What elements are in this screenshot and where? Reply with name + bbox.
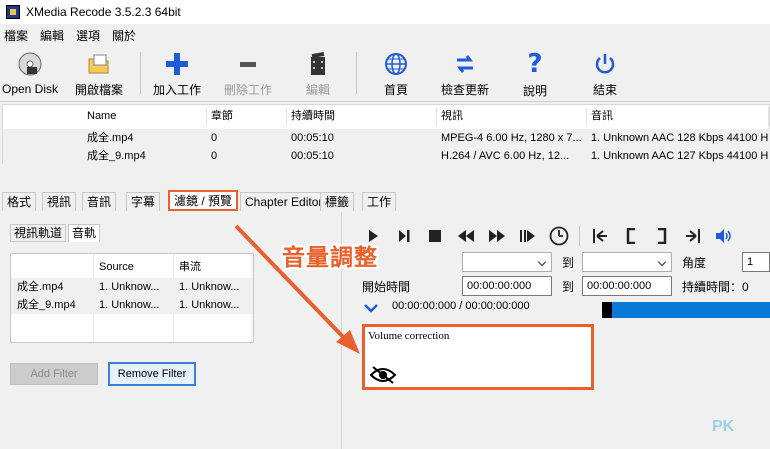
open-disk-button[interactable]: Open Disk [2,48,58,98]
power-icon [591,50,619,77]
menu-about[interactable]: 關於 [112,27,136,44]
check-update-button[interactable]: 檢查更新 [436,48,494,98]
start-time-label: 開始時間 [362,280,411,294]
exit-button[interactable]: 結束 [590,48,620,98]
table-row[interactable]: 成全_9.mp4 1. Unknow... 1. Unknow... [11,296,253,314]
skip-end-icon[interactable] [517,225,539,247]
to-label: 到 [562,256,575,270]
bracket-right-icon[interactable] [651,225,673,247]
menu-file[interactable]: 檔案 [4,27,28,44]
plus-icon [163,50,191,77]
disc-icon [16,50,44,78]
volume-icon[interactable] [713,225,735,247]
end-chapter-select[interactable] [582,252,672,272]
bracket-left-icon[interactable] [620,225,642,247]
subtab-audio-track[interactable]: 音軌 [68,224,101,242]
fast-forward-icon[interactable] [486,225,508,247]
tab-filter-preview[interactable]: 濾鏡 / 預覽 [168,190,239,211]
player-controls [362,224,744,248]
table-row[interactable]: 成全.mp4 1. Unknow... 1. Unknow... [11,278,253,296]
window-title: XMedia Recode 3.5.2.3 64bit [26,5,181,19]
set-start-icon[interactable] [589,225,611,247]
col-duration[interactable]: 持續時間 [287,107,437,126]
remove-job-button[interactable]: 刪除工作 [220,48,276,98]
set-end-icon[interactable] [682,225,704,247]
watermark: PK [712,418,735,435]
subtab-video-track[interactable]: 視訊軌道 [10,224,67,242]
title-bar: XMedia Recode 3.5.2.3 64bit [0,0,770,24]
start-chapter-select[interactable] [462,252,552,272]
add-job-button[interactable]: 加入工作 [150,48,204,98]
refresh-icon [451,50,479,77]
col-audio[interactable]: 音訊 [587,107,769,126]
home-button[interactable]: 首頁 [376,48,416,98]
menu-options[interactable]: 選項 [76,27,100,44]
remove-filter-button[interactable]: Remove Filter [108,362,196,386]
tab-chapter-editor[interactable]: Chapter Editor [240,192,328,211]
question-icon: ? [527,49,543,79]
stop-icon[interactable] [424,225,446,247]
menu-edit[interactable]: 編輯 [40,27,64,44]
duration-label: 持續時間：0 [682,280,749,294]
col-video[interactable]: 視訊 [437,107,587,126]
app-icon [6,5,20,19]
table-row[interactable]: 成全_9.mp4 0 00:05:10 H.264 / AVC 6.00 Hz,… [3,147,770,166]
position-readout: 00:00:00:000 / 00:00:00:000 [392,300,530,312]
tab-bar: 格式 視訊 音訊 字幕 濾鏡 / 預覽 Chapter Editor 標籤 工作 [0,190,400,212]
edit-button[interactable]: 編輯 [298,48,338,98]
filter-stream-table[interactable]: Source 串流 成全.mp4 1. Unknow... 1. Unknow.… [10,253,254,343]
globe-icon [382,50,410,77]
col-chapters[interactable]: 章節 [207,107,287,126]
chevron-down-icon[interactable] [364,302,378,313]
annotation-callout: 音量調整 [282,245,378,271]
open-file-button[interactable]: 開啟檔案 [70,48,128,98]
angle-label: 角度 [682,256,707,270]
timeline-handle[interactable] [602,302,612,318]
minus-icon [234,50,262,77]
to-label: 到 [562,280,575,294]
clock-icon[interactable] [548,225,570,247]
file-list-header: Name 章節 持續時間 視訊 音訊 [3,107,770,126]
table-row[interactable]: 成全.mp4 0 00:05:10 MPEG-4 6.00 Hz, 1280 x… [3,129,770,148]
volume-correction-filter[interactable]: Volume correction [362,324,594,390]
file-list[interactable]: Name 章節 持續時間 視訊 音訊 成全.mp4 0 00:05:10 MPE… [2,104,770,166]
tab-video[interactable]: 視訊 [42,192,77,211]
film-edit-icon [304,50,332,77]
next-frame-icon[interactable] [393,225,415,247]
angle-input[interactable]: 1 [742,252,770,272]
tab-subtitles[interactable]: 字幕 [126,192,161,211]
tab-jobs[interactable]: 工作 [362,192,397,211]
toolbar: Open Disk 開啟檔案 加入工作 刪除工作 編輯 首頁 檢查更新 ? 說明… [0,46,770,102]
volume-correction-label: Volume correction [368,330,450,342]
end-time-input[interactable]: 00:00:00:000 [582,276,672,296]
eye-slash-icon[interactable] [369,365,397,385]
help-button[interactable]: ? 說明 [520,48,550,98]
col-name[interactable]: Name [83,107,207,126]
tab-tags[interactable]: 標籤 [320,192,355,211]
start-time-input[interactable]: 00:00:00:000 [462,276,552,296]
tab-format[interactable]: 格式 [2,192,37,211]
preview-pane: 到 角度 1 開始時間 00:00:00:000 到 00:00:00:000 … [342,212,770,449]
folder-icon [85,50,113,77]
add-filter-button[interactable]: Add Filter [10,363,98,385]
menu-bar: 檔案 編輯 選項 關於 [0,26,770,44]
timeline-track[interactable] [612,302,770,318]
filter-table-header: Source 串流 [99,261,201,273]
rewind-icon[interactable] [455,225,477,247]
tab-audio[interactable]: 音訊 [82,192,117,211]
